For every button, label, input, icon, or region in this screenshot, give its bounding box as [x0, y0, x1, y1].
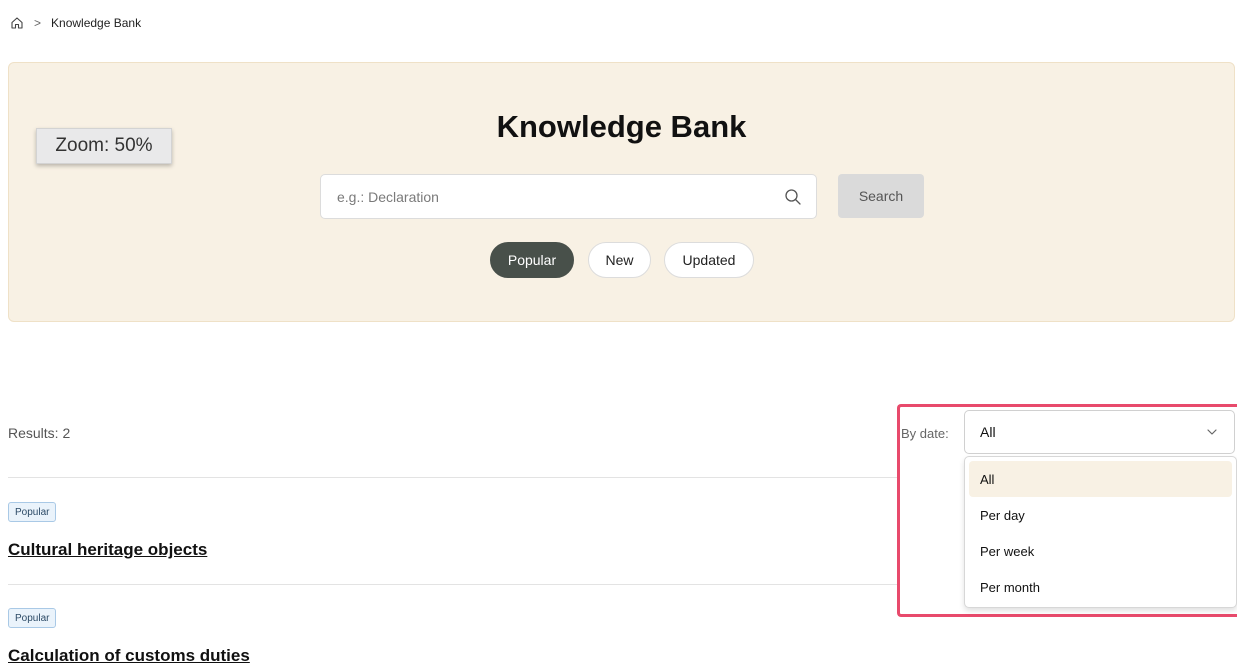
dropdown-option-all[interactable]: All	[969, 461, 1232, 497]
date-filter-select[interactable]: All	[964, 410, 1235, 454]
date-filter-value: All	[980, 424, 996, 440]
date-filter-label: By date:	[901, 426, 949, 441]
search-input[interactable]	[321, 175, 761, 218]
dropdown-option-per-month[interactable]: Per month	[969, 569, 1232, 605]
divider	[8, 584, 898, 585]
divider	[8, 477, 898, 478]
breadcrumb: > Knowledge Bank	[10, 16, 141, 30]
home-icon[interactable]	[10, 16, 24, 30]
breadcrumb-separator: >	[34, 16, 42, 30]
search-field[interactable]	[320, 174, 817, 219]
page-title: Knowledge Bank	[496, 109, 747, 144]
filter-updated[interactable]: Updated	[664, 242, 754, 278]
search-icon[interactable]	[784, 188, 802, 206]
breadcrumb-current: Knowledge Bank	[51, 16, 142, 30]
filter-popular[interactable]: Popular	[490, 242, 574, 278]
chevron-down-icon	[1207, 429, 1217, 435]
filter-new[interactable]: New	[588, 242, 651, 278]
status-badge: Popular	[8, 608, 57, 628]
dropdown-option-per-day[interactable]: Per day	[969, 497, 1232, 533]
dropdown-option-per-week[interactable]: Per week	[969, 533, 1232, 569]
status-badge: Popular	[8, 502, 57, 522]
results-count: Results: 2	[8, 425, 71, 441]
date-filter-dropdown: All Per day Per week Per month	[964, 456, 1237, 608]
result-title-link[interactable]: Calculation of customs duties	[8, 646, 250, 666]
search-button[interactable]: Search	[838, 174, 924, 218]
result-title-link[interactable]: Cultural heritage objects	[8, 540, 207, 560]
zoom-indicator: Zoom: 50%	[36, 128, 172, 164]
